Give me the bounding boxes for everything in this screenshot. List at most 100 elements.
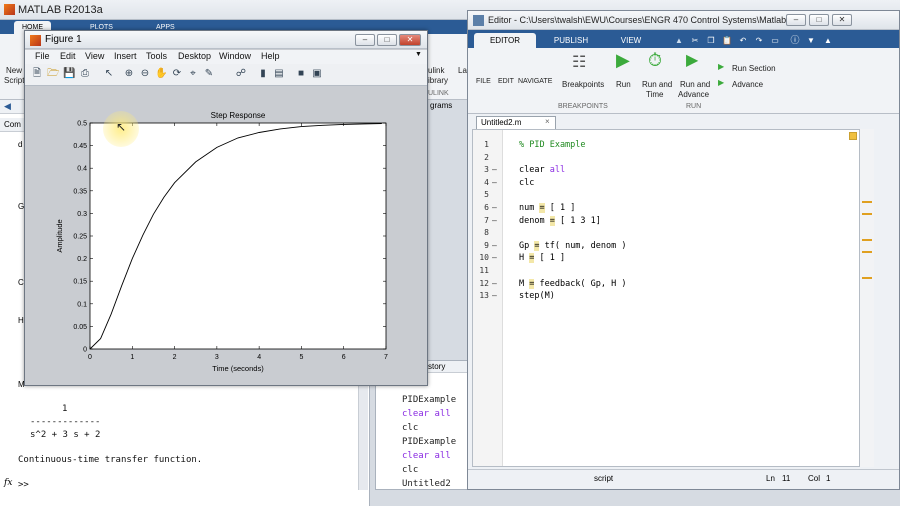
advance-icon[interactable]: ▶ (718, 78, 724, 87)
new-script-label-1[interactable]: New (6, 66, 22, 75)
link-plot-icon[interactable]: ☍ (235, 68, 247, 80)
legend-icon[interactable]: ▤ (273, 68, 285, 80)
code-line[interactable]: denom = [ 1 3 1] (519, 215, 601, 226)
rotate-icon[interactable]: ⟳ (171, 68, 183, 80)
breakpoints-icon[interactable]: ☷ (572, 52, 586, 72)
data-cursor-icon[interactable]: ⌖ (187, 68, 199, 80)
maximize-button[interactable]: □ (377, 34, 397, 46)
run-and-advance-icon[interactable]: ▶ (686, 50, 698, 70)
ribbon-dropdown-icon[interactable]: ▼ (806, 33, 816, 48)
menu-edit[interactable]: Edit (60, 51, 76, 61)
history-item[interactable]: PIDExample (402, 437, 456, 447)
history-item[interactable]: clear all (402, 409, 451, 419)
run-section-icon[interactable]: ▶ (718, 62, 724, 71)
ribbon-navigate[interactable]: NAVIGATE (518, 78, 552, 85)
code-line[interactable]: Gp = tf( num, denom ) (519, 240, 626, 251)
help-icon[interactable]: ⓘ (788, 33, 802, 48)
advance-button[interactable]: Advance (732, 80, 763, 89)
warning-marker[interactable] (862, 251, 872, 253)
close-button[interactable]: ✕ (399, 34, 421, 46)
history-item[interactable]: clear all (402, 451, 451, 461)
tab-publish[interactable]: PUBLISH (540, 33, 602, 48)
redo-icon[interactable]: ↷ (754, 33, 764, 48)
edit-plot-icon[interactable]: ↖ (103, 68, 115, 80)
editor-close-button[interactable]: ✕ (832, 14, 852, 26)
breakpoint-dash[interactable]: — (492, 203, 497, 212)
new-script-label-2[interactable]: Script (4, 76, 24, 85)
simulink-label-2[interactable]: ibrary (428, 76, 448, 85)
editor-minimize-button[interactable]: – (786, 14, 806, 26)
breakpoint-dash[interactable]: — (492, 241, 497, 250)
print-icon[interactable]: ⎙ (79, 68, 91, 80)
copy-icon[interactable]: ❐ (706, 33, 716, 48)
menu-view[interactable]: View (85, 51, 104, 61)
ribbon-collapse-icon[interactable]: ▲ (823, 33, 833, 48)
ribbon-edit[interactable]: EDIT (498, 78, 514, 85)
colorbar-icon[interactable]: ▮ (257, 68, 269, 80)
minimize-button[interactable]: – (355, 34, 375, 46)
menu-desktop[interactable]: Desktop (178, 51, 211, 61)
breakpoint-dash[interactable]: — (492, 216, 497, 225)
code-line[interactable]: H = [ 1 ] (519, 253, 565, 264)
menu-insert[interactable]: Insert (114, 51, 137, 61)
warning-marker[interactable] (862, 239, 872, 241)
document-tab[interactable]: Untitled2.m × (476, 116, 556, 129)
run-section-button[interactable]: Run Section (732, 64, 776, 73)
function-browser-icon[interactable]: fx (4, 478, 12, 488)
code-line[interactable]: % PID Example (519, 140, 586, 150)
menu-file[interactable]: File (35, 51, 50, 61)
menu-tools[interactable]: Tools (146, 51, 167, 61)
menu-window[interactable]: Window (219, 51, 251, 61)
zoom-out-icon[interactable]: ⊖ (139, 68, 151, 80)
code-line[interactable]: M = feedback( Gp, H ) (519, 278, 627, 289)
run-button[interactable]: Run (616, 80, 631, 89)
cut-icon[interactable]: ✂ (690, 33, 700, 48)
hide-tools-icon[interactable]: ■ (295, 68, 307, 80)
pan-icon[interactable]: ✋ (155, 68, 167, 80)
warning-marker[interactable] (862, 201, 872, 203)
code-analyzer-indicator[interactable] (849, 132, 857, 140)
zoom-in-icon[interactable]: ⊕ (123, 68, 135, 80)
command-prompt[interactable]: >> (18, 480, 29, 490)
history-item[interactable]: PIDExample (402, 395, 456, 405)
breakpoint-dash[interactable]: — (492, 165, 497, 174)
run-icon[interactable]: ▶ (616, 50, 630, 71)
history-item[interactable]: clc (402, 465, 418, 475)
code-line[interactable]: clear all (519, 165, 565, 175)
brush-icon[interactable]: ✎ (203, 68, 215, 80)
quick-access-icon[interactable]: ▲ (674, 33, 684, 48)
breakpoint-dash[interactable]: — (492, 253, 497, 262)
close-tab-icon[interactable]: × (545, 117, 550, 126)
history-item[interactable]: Untitled2 (402, 479, 451, 489)
editor-maximize-button[interactable]: □ (809, 14, 829, 26)
run-and-time-button-1[interactable]: Run and (642, 80, 672, 89)
ribbon-file[interactable]: FILE (476, 78, 491, 85)
breakpoints-button[interactable]: Breakpoints (562, 80, 604, 89)
menu-help[interactable]: Help (261, 51, 280, 61)
tab-editor[interactable]: EDITOR (474, 33, 536, 48)
menu-dock-arrow-icon[interactable]: ▼ (415, 51, 422, 58)
show-tools-icon[interactable]: ▣ (311, 68, 323, 80)
breakpoint-dash[interactable]: — (492, 291, 497, 300)
simulink-label-1[interactable]: ulink (428, 66, 444, 75)
back-arrow-icon[interactable]: ◀ (4, 101, 11, 112)
tab-view[interactable]: VIEW (606, 33, 656, 48)
layout-label[interactable]: La (458, 66, 467, 75)
run-and-advance-button-2[interactable]: Advance (678, 90, 709, 99)
new-figure-icon[interactable]: 🗎 (31, 68, 43, 80)
command-scrollbar[interactable] (358, 380, 368, 490)
warning-marker[interactable] (862, 277, 872, 279)
code-editor[interactable]: 1 2 3—4—5 6—7—8 9—10—11 12—13— % PID Example c… (472, 129, 860, 467)
code-line[interactable]: clc (519, 178, 534, 188)
save-icon[interactable]: 💾 (63, 68, 75, 80)
open-file-icon[interactable]: 🗁 (47, 68, 59, 80)
paste-icon[interactable]: 📋 (722, 33, 732, 48)
undo-icon[interactable]: ↶ (738, 33, 748, 48)
breakpoint-dash[interactable]: — (492, 279, 497, 288)
history-item[interactable]: clc (402, 423, 418, 433)
run-and-time-icon[interactable]: ⏱ (648, 50, 662, 71)
warning-marker[interactable] (862, 213, 872, 215)
breakpoint-dash[interactable]: — (492, 178, 497, 187)
code-line[interactable]: num = [ 1 ] (519, 203, 575, 213)
switch-windows-icon[interactable]: ▭ (770, 33, 780, 48)
